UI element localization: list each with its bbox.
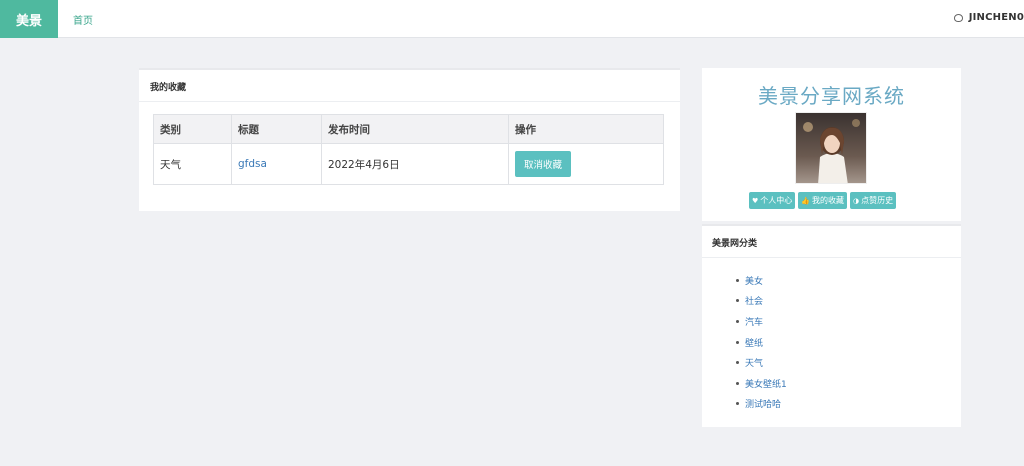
category-link[interactable]: 社会 bbox=[745, 294, 763, 307]
cell-category: 天气 bbox=[153, 143, 232, 185]
category-link[interactable]: 天气 bbox=[745, 356, 763, 369]
like-history-label: 点赞历史 bbox=[861, 196, 894, 205]
category-link[interactable]: 美女 bbox=[745, 274, 763, 287]
category-link[interactable]: 美女壁纸1 bbox=[745, 377, 787, 390]
thumbs-up-icon: 👍 bbox=[801, 196, 810, 205]
column-header-category: 类别 bbox=[153, 114, 232, 144]
list-item[interactable]: 美女 bbox=[736, 270, 787, 291]
category-list: 美女 社会 汽车 壁纸 天气 美女壁纸1 测试哈哈 bbox=[736, 270, 787, 414]
list-item[interactable]: 社会 bbox=[736, 291, 787, 312]
brand-logo[interactable]: 美景 bbox=[0, 0, 58, 38]
cell-date: 2022年4月6日 bbox=[321, 143, 509, 185]
favorites-heading: 我的收藏 bbox=[139, 70, 680, 102]
cell-title: gfdsa bbox=[231, 143, 322, 185]
category-link[interactable]: 汽车 bbox=[745, 315, 763, 328]
list-item[interactable]: 壁纸 bbox=[736, 332, 787, 353]
bullet bbox=[736, 361, 739, 365]
half-circle-icon: ◑ bbox=[853, 196, 860, 205]
bullet bbox=[736, 278, 739, 282]
nav-home-link[interactable]: 首页 bbox=[73, 12, 93, 27]
categories-heading: 美景网分类 bbox=[702, 226, 961, 258]
profile-button-row: ♥ 个人中心 👍 我的收藏 ◑ 点赞历史 bbox=[749, 192, 897, 209]
list-item[interactable]: 汽车 bbox=[736, 311, 787, 332]
column-header-date: 发布时间 bbox=[321, 114, 509, 144]
top-navbar: 美景 首页 JINCHEN0 bbox=[0, 0, 1024, 38]
personal-center-label: 个人中心 bbox=[760, 196, 793, 205]
avatar[interactable] bbox=[795, 112, 867, 184]
table-header-row: 类别 标题 发布时间 操作 bbox=[153, 114, 664, 144]
heart-icon: ♥ bbox=[752, 196, 759, 205]
site-title: 美景分享网系统 bbox=[758, 84, 905, 108]
table-row: 天气 gfdsa 2022年4月6日 取消收藏 bbox=[153, 143, 664, 185]
username: JINCHEN0 bbox=[968, 12, 1024, 23]
list-item[interactable]: 天气 bbox=[736, 352, 787, 373]
category-link[interactable]: 壁纸 bbox=[745, 336, 763, 349]
avatar-image bbox=[796, 113, 866, 183]
bullet bbox=[736, 381, 739, 385]
personal-center-button[interactable]: ♥ 个人中心 bbox=[749, 192, 796, 209]
column-header-title: 标题 bbox=[231, 114, 322, 144]
my-favorites-button[interactable]: 👍 我的收藏 bbox=[798, 192, 847, 209]
user-menu[interactable]: JINCHEN0 bbox=[953, 12, 1024, 23]
bullet bbox=[736, 299, 739, 303]
favorites-panel: 我的收藏 类别 标题 发布时间 操作 天气 gfdsa 2022年4月6日 取消… bbox=[139, 68, 680, 211]
favorites-table: 类别 标题 发布时间 操作 天气 gfdsa 2022年4月6日 取消收藏 bbox=[153, 114, 664, 185]
categories-panel: 美景网分类 美女 社会 汽车 壁纸 天气 美女壁纸1 测试哈哈 bbox=[702, 224, 961, 427]
bullet bbox=[736, 340, 739, 344]
list-item[interactable]: 测试哈哈 bbox=[736, 394, 787, 415]
title-link[interactable]: gfdsa bbox=[238, 158, 267, 170]
category-link[interactable]: 测试哈哈 bbox=[745, 397, 781, 410]
list-item[interactable]: 美女壁纸1 bbox=[736, 373, 787, 394]
cell-action: 取消收藏 bbox=[508, 143, 664, 185]
cancel-favorite-button[interactable]: 取消收藏 bbox=[515, 151, 572, 177]
profile-panel: 美景分享网系统 ♥ 个人中心 👍 我的收藏 ◑ 点赞历史 bbox=[702, 68, 961, 221]
column-header-action: 操作 bbox=[508, 114, 664, 144]
like-history-button[interactable]: ◑ 点赞历史 bbox=[850, 192, 897, 209]
my-favorites-label: 我的收藏 bbox=[812, 196, 844, 205]
user-icon bbox=[953, 13, 963, 22]
bullet bbox=[736, 319, 739, 323]
bullet bbox=[736, 402, 739, 406]
